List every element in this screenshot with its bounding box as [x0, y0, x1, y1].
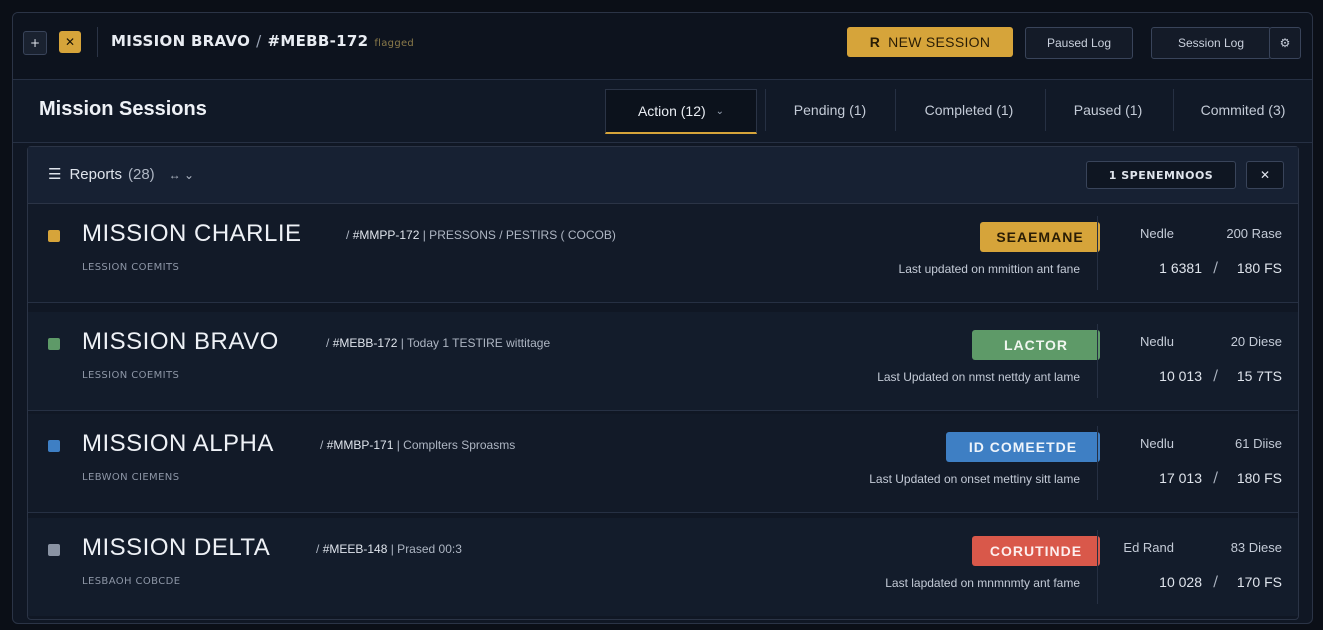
session-meta: / #MEEB-148 | Prased 00:3 — [316, 542, 462, 556]
status-indicator — [48, 230, 60, 242]
stat-value-left: 10 013 — [1159, 368, 1202, 384]
new-session-icon: R — [869, 34, 881, 50]
stat-value-left: 10 028 — [1159, 574, 1202, 590]
chevron-down-icon: ⌄ — [715, 105, 725, 117]
session-name[interactable]: MISSION ALPHA — [82, 430, 274, 458]
session-name[interactable]: MISSION BRAVO — [82, 328, 279, 356]
meta-sep: / — [326, 336, 330, 350]
tab-action[interactable]: Action (12) ⌄ — [605, 89, 757, 134]
reports-title: ☰ Reports (28) ↔ ⌄ — [48, 165, 194, 183]
stat-separator: / — [1213, 368, 1218, 384]
meta-sep: / — [320, 438, 324, 452]
stat-label-left: Nedlu — [1140, 436, 1174, 451]
settings-icon[interactable]: ⚙ — [1269, 27, 1301, 59]
tab-paused[interactable]: Paused (1) — [1045, 89, 1170, 131]
session-detail: | Today 1 TESTIRE wittitage — [400, 336, 551, 350]
stat-value-right: 170 FS — [1236, 574, 1282, 590]
session-meta: / #MMPP-172 | PRESSONS / PESTIRS ( COCOB… — [346, 228, 616, 242]
session-id: #MMPP-172 — [352, 228, 420, 242]
session-name[interactable]: MISSION CHARLIE — [82, 220, 302, 248]
tab-pending[interactable]: Pending (1) — [765, 89, 894, 131]
session-subtitle: LESSION COEMITS — [82, 262, 180, 273]
panel-header: ☰ Reports (28) ↔ ⌄ 1 SPENEMNOOS ✕ — [28, 147, 1298, 204]
breadcrumb-separator: / — [256, 32, 262, 50]
last-updated: Last Updated on nmst nettdy ant lame — [877, 370, 1080, 384]
paused-log-button[interactable]: Paused Log — [1025, 27, 1133, 59]
meta-sep: / — [346, 228, 350, 242]
session-row[interactable]: MISSION CHARLIE / #MMPP-172 | PRESSONS /… — [28, 204, 1298, 303]
breadcrumb-tag: flagged — [374, 38, 415, 49]
status-indicator — [48, 544, 60, 556]
breadcrumb-id[interactable]: #MEBB-172 — [267, 32, 368, 50]
stat-label-right: 200 Rase — [1226, 226, 1282, 241]
new-session-label: NEW SESSION — [888, 34, 991, 50]
app-window: + ✕ MISSION BRAVO / #MEBB-172 flagged R NEW… — [12, 12, 1313, 624]
stat-label-right: 61 Diise — [1235, 436, 1282, 451]
session-subtitle: LESBAOH COBCDE — [82, 576, 181, 587]
status-badge: ID COMEETDE — [946, 432, 1100, 462]
sort-icon[interactable]: ↔ ⌄ — [169, 168, 194, 182]
session-meta: / #MEBB-172 | Today 1 TESTIRE wittitage — [326, 336, 550, 350]
session-detail: | Prased 00:3 — [390, 542, 462, 556]
breadcrumb: MISSION BRAVO / #MEBB-172 flagged — [111, 32, 414, 50]
close-icon[interactable]: ✕ — [1246, 161, 1284, 189]
session-list: MISSION CHARLIE / #MMPP-172 | PRESSONS /… — [28, 204, 1298, 619]
last-updated: Last updated on mmittion ant fane — [898, 262, 1080, 276]
session-log-button[interactable]: Session Log — [1151, 27, 1271, 59]
filter-button[interactable]: 1 SPENEMNOOS — [1086, 161, 1236, 189]
divider — [1097, 530, 1098, 604]
session-row[interactable]: MISSION BRAVO / #MEBB-172 | Today 1 TEST… — [28, 312, 1298, 411]
close-mission-icon[interactable]: ✕ — [59, 31, 81, 53]
stat-label-left: Ed Rand — [1123, 540, 1174, 555]
stat-label-left: Nedlu — [1140, 334, 1174, 349]
reports-panel: ☰ Reports (28) ↔ ⌄ 1 SPENEMNOOS ✕ MISSION C… — [27, 146, 1299, 620]
session-subtitle: LEBWON CIEMENS — [82, 472, 180, 483]
stat-label-right: 20 Diese — [1230, 334, 1282, 349]
divider — [1097, 324, 1098, 398]
tab-commited[interactable]: Commited (3) — [1173, 89, 1312, 131]
session-subtitle: LESSION COEMITS — [82, 370, 180, 381]
add-icon[interactable]: + — [23, 31, 47, 55]
reports-count: (28) — [127, 166, 155, 183]
session-name[interactable]: MISSION DELTA — [82, 534, 270, 562]
divider — [1097, 216, 1098, 290]
divider — [97, 27, 98, 57]
session-detail: | Complters Sproasms — [396, 438, 516, 452]
session-row[interactable]: MISSION DELTA / #MEEB-148 | Prased 00:3 … — [28, 518, 1298, 616]
stat-value-right: 180 FS — [1236, 470, 1282, 486]
tab-label: Action (12) — [637, 103, 706, 119]
stat-value-right: 180 FS — [1236, 260, 1282, 276]
session-id: #MEBB-172 — [332, 336, 398, 350]
status-indicator — [48, 338, 60, 350]
last-updated: Last Updated on onset mettiny sitt lame — [869, 472, 1080, 486]
menu-icon[interactable]: ☰ — [48, 166, 61, 183]
stat-value-right: 15 7TS — [1236, 368, 1282, 384]
status-badge: CORUTINDE — [972, 536, 1100, 566]
reports-label: Reports — [69, 166, 122, 183]
session-row[interactable]: MISSION ALPHA / #MMBP-171 | Complters Sp… — [28, 414, 1298, 513]
status-indicator — [48, 440, 60, 452]
new-session-button[interactable]: R NEW SESSION — [847, 27, 1013, 57]
section-header: Mission Sessions Action (12) ⌄ Pending (… — [13, 80, 1312, 143]
stat-separator: / — [1213, 574, 1218, 590]
stat-separator: / — [1213, 260, 1218, 276]
tab-completed[interactable]: Completed (1) — [895, 89, 1042, 131]
stat-value-left: 1 6381 — [1159, 260, 1202, 276]
stat-separator: / — [1213, 470, 1218, 486]
session-id: #MEEB-148 — [322, 542, 388, 556]
session-meta: / #MMBP-171 | Complters Sproasms — [320, 438, 515, 452]
last-updated: Last lapdated on mnmnmty ant fame — [885, 576, 1080, 590]
status-badge: SEAEMANE — [980, 222, 1100, 252]
stat-label-right: 83 Diese — [1230, 540, 1282, 555]
stat-value-left: 17 013 — [1159, 470, 1202, 486]
top-bar: + ✕ MISSION BRAVO / #MEBB-172 flagged R NEW… — [13, 13, 1312, 80]
breadcrumb-mission[interactable]: MISSION BRAVO — [111, 32, 250, 50]
status-badge: LACTOR — [972, 330, 1100, 360]
meta-sep: / — [316, 542, 320, 556]
stat-label-left: Nedle — [1140, 226, 1174, 241]
divider — [1097, 426, 1098, 500]
page-title: Mission Sessions — [39, 98, 207, 120]
session-id: #MMBP-171 — [326, 438, 394, 452]
session-detail: | PRESSONS / PESTIRS ( COCOB) — [422, 228, 616, 242]
